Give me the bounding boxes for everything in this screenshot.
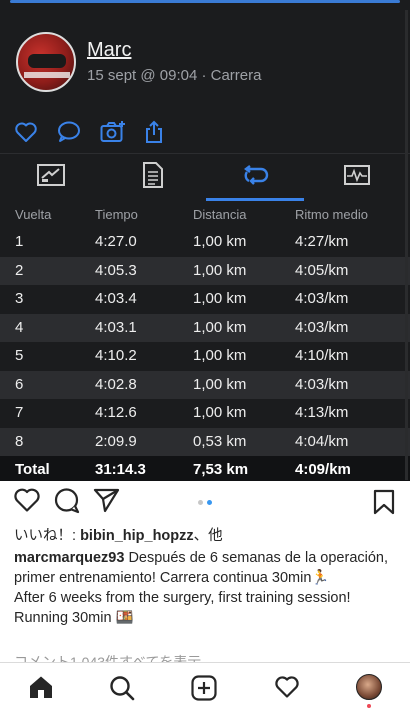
lap-distance: 1,00 km [193, 375, 247, 393]
carousel-indicator [198, 500, 212, 505]
lap-distance: 1,00 km [193, 347, 247, 364]
lap-distance: 1,00 km [193, 404, 247, 421]
lap-distance: 1,00 km [193, 233, 247, 250]
col-header-pace: Ritmo medio [295, 207, 368, 222]
heart-outline-icon[interactable] [14, 121, 38, 143]
lap-pace: 4:03/km [295, 318, 349, 336]
details-icon [143, 162, 163, 193]
helmet-visor [28, 54, 66, 68]
lap-row: 6 4:02.8 1,00 km 4:03/km [0, 370, 410, 399]
tab-overview[interactable] [0, 154, 102, 201]
caption-text-en: After 6 weeks from the surgery, first tr… [14, 590, 351, 626]
activity-meta: 15 sept @ 09:04 · Carrera [87, 67, 262, 84]
lap-pace: 4:27/km [295, 233, 349, 250]
home-icon[interactable] [28, 675, 54, 704]
lap-distance: 0,53 km [193, 432, 247, 450]
top-accent-bar [10, 0, 400, 3]
like-heart-icon[interactable] [13, 487, 41, 518]
col-header-distance: Distancia [193, 207, 247, 222]
save-bookmark-icon[interactable] [373, 489, 395, 520]
lap-row: 3 4:03.4 1,00 km 4:03/km [0, 285, 410, 314]
lap-time: 4:12.6 [95, 404, 137, 421]
lap-number: 1 [15, 233, 24, 250]
lap-distance: 1,00 km [193, 290, 247, 307]
lap-pace: 4:03/km [295, 375, 349, 393]
comment-icon[interactable] [53, 487, 81, 520]
analysis-icon [344, 165, 370, 190]
helmet-stripe [24, 72, 70, 78]
lap-time: 4:03.4 [95, 290, 137, 307]
profile-avatar[interactable] [356, 674, 382, 700]
lap-number: 3 [15, 290, 24, 307]
likes-user[interactable]: bibin_hip_hopzz [80, 528, 194, 544]
share-icon[interactable] [144, 120, 164, 144]
caption-username[interactable]: marcmarquez93 [14, 550, 124, 566]
laps-total-row: Total 31:14.3 7,53 km 4:09/km [0, 456, 410, 481]
carousel-dot-active [207, 500, 212, 505]
likes-line[interactable]: いいね！: bibin_hip_hopzz、他 [14, 526, 399, 546]
tab-laps[interactable] [204, 154, 306, 201]
laps-table: Vuelta Tiempo Distancia Ritmo medio 1 4:2… [0, 201, 410, 481]
lap-row: 7 4:12.6 1,00 km 4:13/km [0, 399, 410, 428]
activity-header: Marc 15 sept @ 09:04 · Carrera [0, 22, 410, 102]
lap-number: 6 [15, 375, 24, 393]
likes-prefix: いいね！: [14, 528, 81, 544]
laps-header-row: Vuelta Tiempo Distancia Ritmo medio [0, 201, 410, 228]
lap-number: 4 [15, 318, 24, 336]
lap-distance: 1,00 km [193, 318, 247, 336]
total-pace: 4:09/km [295, 461, 351, 478]
lap-pace: 4:10/km [295, 347, 349, 364]
lap-number: 8 [15, 432, 24, 450]
activity-heart-icon[interactable] [274, 675, 300, 704]
lap-number: 5 [15, 347, 24, 364]
overview-icon [37, 164, 65, 191]
send-icon[interactable] [93, 487, 121, 518]
lap-pace: 4:04/km [295, 432, 349, 450]
lap-row: 4 4:03.1 1,00 km 4:03/km [0, 313, 410, 342]
author-name[interactable]: Marc [87, 39, 131, 62]
comment-bubble-icon[interactable] [56, 120, 82, 144]
lap-row: 5 4:10.2 1,00 km 4:10/km [0, 342, 410, 371]
lap-row: 1 4:27.0 1,00 km 4:27/km [0, 228, 410, 257]
activity-actions [14, 120, 164, 144]
strava-activity-image[interactable]: Marc 15 sept @ 09:04 · Carrera Vuelta Ti… [0, 0, 410, 481]
total-distance: 7,53 km [193, 461, 249, 478]
lap-pace: 4:03/km [295, 290, 349, 307]
lap-number: 2 [15, 261, 24, 279]
scrollbar[interactable] [405, 10, 408, 480]
lap-pace: 4:05/km [295, 261, 349, 279]
lap-number: 7 [15, 404, 24, 421]
post-caption: marcmarquez93 Después de 6 semanas de la… [14, 548, 399, 628]
lap-row: 2 4:05.3 1,00 km 4:05/km [0, 256, 410, 285]
carousel-dot [198, 500, 203, 505]
total-time: 31:14.3 [95, 461, 146, 478]
lap-time: 4:03.1 [95, 318, 137, 336]
notification-dot [367, 704, 371, 708]
col-header-lap: Vuelta [15, 207, 52, 222]
lap-pace: 4:13/km [295, 404, 349, 421]
add-photo-icon[interactable] [100, 121, 126, 143]
tab-details[interactable] [102, 154, 204, 201]
search-icon[interactable] [109, 675, 135, 706]
lap-time: 4:27.0 [95, 233, 137, 250]
author-avatar[interactable] [16, 32, 76, 92]
col-header-time: Tiempo [95, 207, 138, 222]
likes-suffix[interactable]: 、他 [194, 528, 223, 544]
lap-time: 4:05.3 [95, 261, 137, 279]
lap-distance: 1,00 km [193, 261, 247, 279]
activity-tabs [0, 153, 410, 201]
lap-time: 4:02.8 [95, 375, 137, 393]
lap-time: 4:10.2 [95, 347, 137, 364]
tab-analysis[interactable] [306, 154, 408, 201]
bottom-nav-bar [0, 662, 410, 710]
new-post-icon[interactable] [191, 675, 217, 706]
laps-body: 1 4:27.0 1,00 km 4:27/km 2 4:05.3 1,00 km 4:05/… [0, 228, 410, 456]
laps-icon [241, 164, 269, 191]
lap-time: 2:09.9 [95, 432, 137, 450]
lap-row: 8 2:09.9 0,53 km 4:04/km [0, 427, 410, 456]
total-label: Total [15, 461, 50, 478]
